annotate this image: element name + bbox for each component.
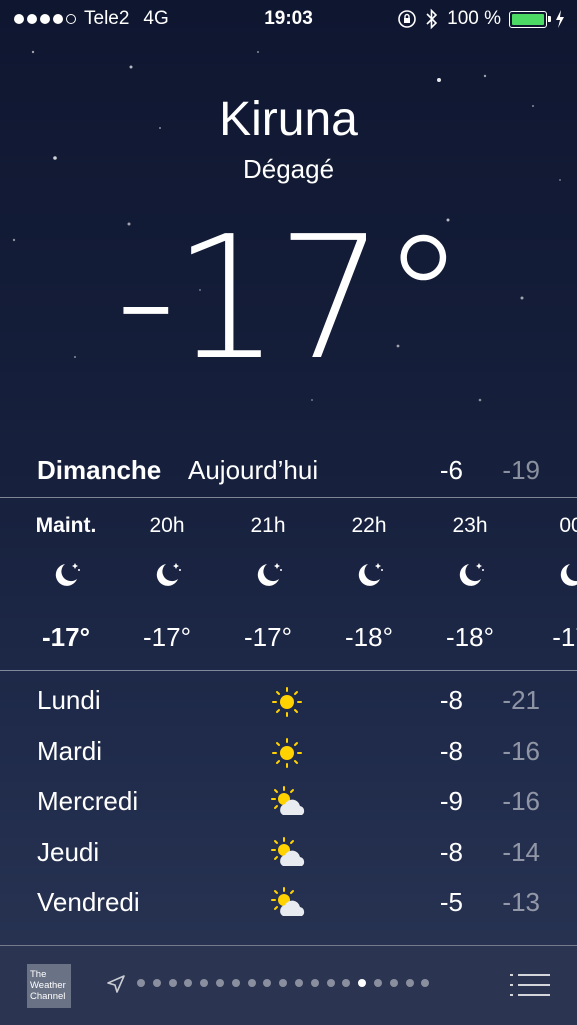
orientation-lock-icon bbox=[398, 10, 416, 28]
today-label: Aujourd’hui bbox=[188, 455, 319, 485]
page-dot[interactable] bbox=[373, 979, 382, 987]
moon-stars-icon bbox=[358, 563, 383, 586]
page-indicator[interactable] bbox=[137, 979, 430, 987]
divider bbox=[0, 670, 577, 671]
hour-temperature: -17° bbox=[143, 622, 191, 652]
page-dot[interactable] bbox=[200, 979, 209, 987]
page-dot[interactable] bbox=[231, 979, 240, 987]
hour-temperature: -18° bbox=[446, 622, 494, 652]
partly-cloudy-icon bbox=[271, 786, 305, 815]
day-low: -14 bbox=[502, 836, 540, 867]
day-name: Mardi bbox=[37, 735, 103, 766]
bottom-toolbar: The Weather Channel bbox=[0, 945, 577, 1025]
page-dot[interactable] bbox=[215, 979, 224, 987]
moon-stars-icon bbox=[156, 563, 181, 586]
page-dot[interactable] bbox=[263, 979, 272, 987]
page-dot[interactable] bbox=[389, 979, 398, 987]
day-high: -5 bbox=[439, 887, 463, 917]
day-high: -8 bbox=[439, 735, 463, 766]
day-name: Jeudi bbox=[37, 836, 100, 867]
partly-cloudy-icon bbox=[271, 887, 305, 916]
daily-row: Mardi -8 -16 bbox=[37, 731, 540, 782]
partly-cloudy-icon bbox=[271, 836, 305, 866]
hour-temperature: -17° bbox=[42, 622, 90, 652]
page-dot[interactable] bbox=[405, 979, 414, 987]
day-low: -21 bbox=[502, 685, 540, 715]
today-day-name: Dimanche bbox=[37, 455, 162, 485]
status-bar: Tele2 4G 19:03 100 % bbox=[0, 0, 577, 40]
hourly-forecast-scroller[interactable]: Maint. -17° 20h -17° 21h -17° 22h -18° 2… bbox=[0, 498, 577, 670]
moon-stars-icon bbox=[560, 564, 577, 586]
bluetooth-icon bbox=[426, 8, 438, 30]
page-dot[interactable] bbox=[279, 979, 288, 987]
battery-icon bbox=[509, 10, 551, 28]
hour-label: 21h bbox=[250, 514, 286, 537]
today-high: -6 bbox=[439, 455, 463, 485]
hour-label: 22h bbox=[351, 514, 387, 537]
page-dot[interactable] bbox=[310, 979, 319, 987]
daily-row: Lundi -8 -21 bbox=[37, 680, 540, 731]
page-dot[interactable] bbox=[137, 979, 145, 987]
hour-label: 23h bbox=[452, 514, 488, 537]
day-high: -8 bbox=[439, 836, 463, 867]
day-low: -16 bbox=[502, 786, 540, 816]
moon-stars-icon bbox=[257, 563, 282, 586]
day-low: -13 bbox=[502, 887, 540, 917]
page-dot[interactable] bbox=[152, 979, 161, 987]
location-arrow-icon[interactable] bbox=[106, 974, 126, 994]
daily-forecast-list[interactable]: Lundi -8 -21 Mardi -8 -16 Mercredi -9 -1… bbox=[37, 680, 540, 933]
hour-temperature: -17 bbox=[552, 622, 577, 652]
status-right: 100 % bbox=[397, 8, 565, 30]
page-dot[interactable] bbox=[247, 979, 256, 987]
day-high: -9 bbox=[439, 786, 463, 816]
page-dot[interactable] bbox=[421, 979, 430, 987]
page-dot[interactable] bbox=[326, 979, 335, 987]
weather-channel-logo[interactable]: The Weather Channel bbox=[27, 964, 71, 1008]
page-dot[interactable] bbox=[342, 979, 351, 987]
hour-label: Maint. bbox=[35, 514, 97, 537]
today-low: -19 bbox=[502, 455, 540, 485]
day-name: Mercredi bbox=[37, 786, 139, 816]
hour-label: 00 bbox=[559, 514, 577, 537]
hour-label: 20h bbox=[149, 514, 185, 537]
day-low: -16 bbox=[502, 735, 540, 766]
moon-stars-icon bbox=[459, 563, 484, 586]
page-dot[interactable] bbox=[168, 979, 177, 987]
day-name: Vendredi bbox=[37, 887, 140, 917]
page-dot[interactable] bbox=[294, 979, 303, 987]
hour-temperature: -18° bbox=[345, 622, 393, 652]
city-name: Kiruna bbox=[219, 93, 358, 146]
daily-row: Mercredi -9 -16 bbox=[37, 781, 540, 832]
weather-condition: Dégagé bbox=[242, 154, 335, 184]
daily-row: Jeudi -8 -14 bbox=[37, 832, 540, 883]
today-summary-row: Dimanche Aujourd’hui -6 -19 bbox=[37, 455, 540, 491]
city-list-icon[interactable] bbox=[510, 972, 550, 998]
page-dot[interactable] bbox=[184, 979, 193, 987]
day-name: Lundi bbox=[37, 685, 101, 715]
page-dot-active[interactable] bbox=[358, 979, 367, 987]
daily-row: Vendredi -5 -13 bbox=[37, 882, 540, 933]
moon-stars-icon bbox=[55, 563, 80, 586]
sun-icon bbox=[272, 687, 302, 717]
hour-temperature: -17° bbox=[244, 622, 292, 652]
day-high: -8 bbox=[439, 685, 463, 715]
battery-percentage: 100 % bbox=[447, 8, 501, 29]
charging-bolt-icon bbox=[556, 10, 564, 28]
sun-icon bbox=[272, 737, 302, 768]
current-temperature: -17° bbox=[115, 200, 466, 398]
